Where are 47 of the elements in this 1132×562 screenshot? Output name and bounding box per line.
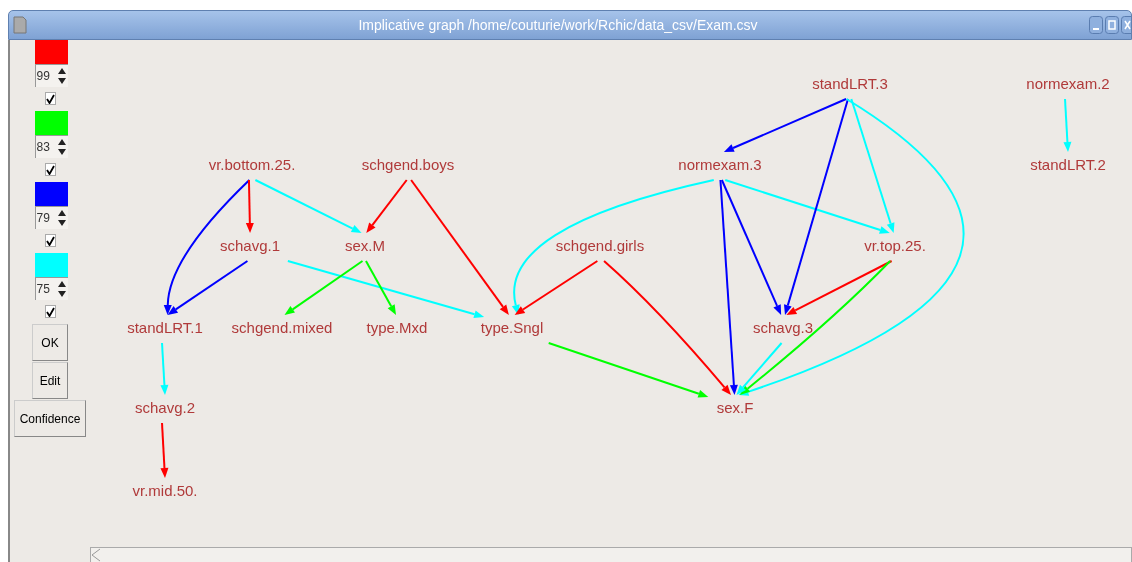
arrow xyxy=(160,422,169,478)
node-label: schgend.boys xyxy=(361,156,455,173)
color-swatch[interactable] xyxy=(34,182,68,206)
spin-box[interactable]: 79 xyxy=(34,206,68,229)
dialog-button[interactable]: Confidence xyxy=(13,400,87,437)
arrow xyxy=(1063,98,1072,152)
node-label: sex.F xyxy=(716,399,754,416)
spin-arrows-icon[interactable] xyxy=(56,279,67,299)
node-label: vr.top.25. xyxy=(864,237,926,254)
node-label: schgend.girls xyxy=(555,237,645,254)
arrow xyxy=(366,179,408,233)
node-label: schgend.mixed xyxy=(231,319,333,336)
color-swatch[interactable] xyxy=(34,111,68,135)
checkbox[interactable] xyxy=(44,305,56,318)
checkbox[interactable] xyxy=(44,163,56,176)
spin-arrows-icon[interactable] xyxy=(56,137,67,157)
maximize-icon[interactable] xyxy=(1105,16,1119,34)
node-label: vr.bottom.25. xyxy=(208,156,296,173)
node-label: schavg.3 xyxy=(753,319,813,336)
node-label: type.Sngl xyxy=(480,319,544,336)
spin-arrows-icon[interactable] xyxy=(56,66,67,86)
node-label: type.Mxd xyxy=(366,319,428,336)
color-swatch[interactable] xyxy=(34,40,68,64)
node-label: vr.mid.50. xyxy=(132,482,198,499)
window-title: Implicative graph /home/couturie/work/Rchic/data_csv/Exam.csv xyxy=(357,17,759,33)
node-label: standLRT.3 xyxy=(812,75,888,92)
checkbox[interactable] xyxy=(44,234,56,247)
close-icon[interactable] xyxy=(1121,16,1131,34)
node-label: sex.M xyxy=(345,237,385,254)
spin-box[interactable]: 99 xyxy=(34,64,68,87)
node-label: standLRT.1 xyxy=(127,319,203,336)
minimize-icon[interactable] xyxy=(1089,16,1103,34)
spin-box[interactable]: 83 xyxy=(34,135,68,158)
arrow xyxy=(160,342,169,395)
spin-box[interactable]: 75 xyxy=(34,277,68,300)
dialog-button[interactable]: Edit xyxy=(32,362,68,399)
color-swatch[interactable] xyxy=(34,253,68,277)
node-label: schavg.1 xyxy=(220,237,280,254)
node-label: schavg.2 xyxy=(135,399,195,416)
node-label: normexam.3 xyxy=(678,156,762,173)
horizontal-scrollbar[interactable] xyxy=(90,547,1132,562)
document-icon xyxy=(13,16,27,34)
node-label: standLRT.2 xyxy=(1030,156,1106,173)
spin-arrows-icon[interactable] xyxy=(56,208,67,228)
checkbox[interactable] xyxy=(44,92,56,105)
dialog-button[interactable]: OK xyxy=(32,324,68,361)
node-label: normexam.2 xyxy=(1026,75,1110,92)
